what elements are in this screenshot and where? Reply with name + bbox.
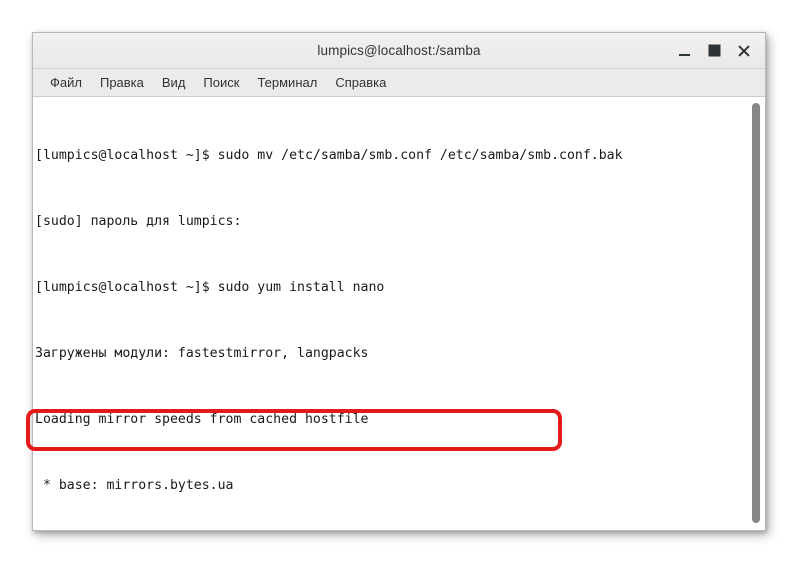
maximize-icon bbox=[709, 46, 719, 55]
window-titlebar[interactable]: lumpics@localhost:/samba bbox=[33, 33, 765, 69]
terminal-scrollbar[interactable] bbox=[750, 97, 764, 530]
menu-bar: Файл Правка Вид Поиск Терминал Справка bbox=[33, 69, 765, 97]
terminal-line: Загружены модули: fastestmirror, langpac… bbox=[35, 346, 369, 361]
terminal-line: [lumpics@localhost ~]$ sudo yum install … bbox=[35, 280, 385, 295]
minimize-icon bbox=[678, 53, 690, 56]
terminal-body[interactable]: [lumpics@localhost ~]$ sudo mv /etc/samb… bbox=[33, 97, 765, 530]
terminal-output[interactable]: [lumpics@localhost ~]$ sudo mv /etc/samb… bbox=[33, 101, 749, 530]
menu-item-view[interactable]: Вид bbox=[153, 73, 195, 92]
window-controls bbox=[669, 33, 759, 68]
close-icon bbox=[738, 45, 750, 57]
menu-item-search[interactable]: Поиск bbox=[194, 73, 248, 92]
terminal-line: * base: mirrors.bytes.ua bbox=[35, 478, 234, 493]
maximize-button[interactable] bbox=[699, 36, 729, 66]
terminal-line: Loading mirror speeds from cached hostfi… bbox=[35, 412, 369, 427]
menu-item-file[interactable]: Файл bbox=[41, 73, 91, 92]
menu-item-edit[interactable]: Правка bbox=[91, 73, 153, 92]
minimize-button[interactable] bbox=[669, 36, 699, 66]
close-button[interactable] bbox=[729, 36, 759, 66]
menu-item-help[interactable]: Справка bbox=[326, 73, 395, 92]
terminal-line: [sudo] пароль для lumpics: bbox=[35, 214, 242, 229]
menu-item-terminal[interactable]: Терминал bbox=[248, 73, 326, 92]
window-title: lumpics@localhost:/samba bbox=[317, 43, 481, 58]
terminal-line: [lumpics@localhost ~]$ sudo mv /etc/samb… bbox=[35, 148, 623, 163]
terminal-window: lumpics@localhost:/samba Файл Правка Вид… bbox=[32, 32, 766, 531]
screenshot-root: lumpics@localhost:/samba Файл Правка Вид… bbox=[0, 0, 797, 564]
scrollbar-thumb[interactable] bbox=[752, 103, 760, 523]
